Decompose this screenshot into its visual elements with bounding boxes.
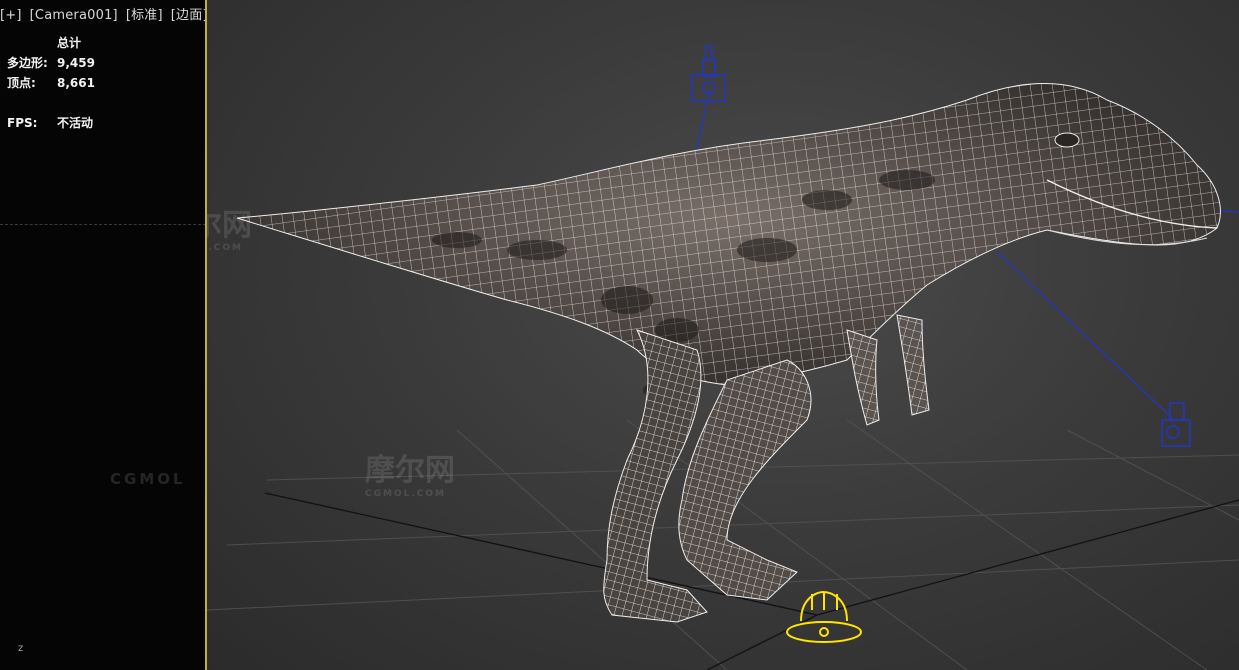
fps-label: FPS: [7, 116, 38, 130]
watermark-domain-1: CGMOL.COM [207, 243, 243, 253]
viewport-scene: 摩尔网 CGMOL.COM 摩尔网 CGMOL.COM [207, 45, 1239, 670]
viewport-label-menu[interactable]: [+] [Camera001] [标准] [边面] [0, 4, 216, 23]
camera-icon [691, 45, 726, 102]
vertices-value: 8,661 [57, 76, 95, 90]
statistics-overlay: 总计 多边形: 9,459 顶点: 8,661 FPS: 不活动 [7, 33, 95, 133]
watermark-brand-2: 摩尔网 [365, 453, 455, 488]
polygons-label: 多边形: [7, 56, 48, 70]
fps-value: 不活动 [57, 116, 94, 130]
omni-light-icon [786, 590, 862, 643]
vertices-label: 顶点: [7, 76, 36, 90]
watermark-left-strip: CGMOL [110, 470, 186, 488]
stats-title: 总计 [57, 36, 82, 50]
left-viewport-panel[interactable]: [+] [Camera001] [标准] [边面] 总计 多边形: 9,459 顶点: 8… [0, 0, 208, 670]
watermark-domain-2: CGMOL.COM [365, 489, 446, 499]
viewport-plus-menu[interactable]: [+] [0, 8, 22, 23]
watermark-brand-1: 摩尔网 [207, 208, 252, 243]
viewport-shading-menu[interactable]: [标准] [126, 8, 163, 23]
polygons-value: 9,459 [57, 56, 95, 70]
spotlight-icon [1161, 402, 1191, 447]
viewport-display-mode-menu[interactable]: [边面] [171, 8, 208, 23]
camera-viewport[interactable]: 摩尔网 CGMOL.COM 摩尔网 CGMOL.COM [207, 0, 1239, 670]
axis-gizmo-icon: z [18, 643, 24, 654]
viewport-camera-menu[interactable]: [Camera001] [30, 8, 118, 23]
dinosaur-model [236, 82, 1221, 623]
